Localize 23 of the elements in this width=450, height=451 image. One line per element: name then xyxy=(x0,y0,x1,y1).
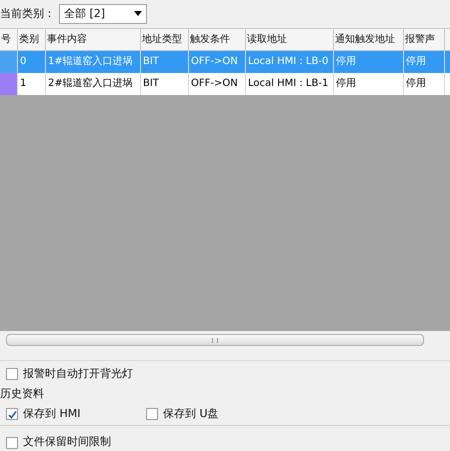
check-icon xyxy=(8,410,16,419)
checkbox[interactable] xyxy=(6,436,18,449)
table-cell: OFF->ON xyxy=(189,72,246,95)
checkbox-label: 保存到 HMI xyxy=(23,406,81,422)
category-dropdown[interactable]: 全部 [2] xyxy=(59,4,147,24)
table-row[interactable]: 1 2#辊道窑入口进埚 BIT OFF->ON Local HMI : LB-1 停用 停用 xyxy=(0,72,450,95)
horizontal-scrollbar[interactable] xyxy=(6,334,424,346)
checkbox[interactable] xyxy=(146,408,158,420)
table-cell: BIT xyxy=(141,72,189,95)
dropdown-arrow-icon xyxy=(134,11,142,16)
table-cell: 1 xyxy=(18,72,46,95)
group-title: 历史资料 xyxy=(0,386,44,402)
table-cell: Local HMI : LB-1 xyxy=(246,72,334,95)
checkbox[interactable] xyxy=(6,408,18,420)
checkbox-label: 报警时自动打开背光灯 xyxy=(23,366,133,382)
table-cell: 2#辊道窑入口进埚 xyxy=(46,72,141,95)
table-cell: 停用 xyxy=(334,72,404,95)
table-cell: 停用 xyxy=(404,72,445,95)
checkbox-label: 保存到 U盘 xyxy=(163,406,219,422)
filter-label: 当前类别： xyxy=(0,6,55,22)
checkbox-label: 文件保留时间限制 xyxy=(23,434,111,450)
grip-icon xyxy=(212,338,218,343)
checkbox[interactable] xyxy=(6,368,18,380)
